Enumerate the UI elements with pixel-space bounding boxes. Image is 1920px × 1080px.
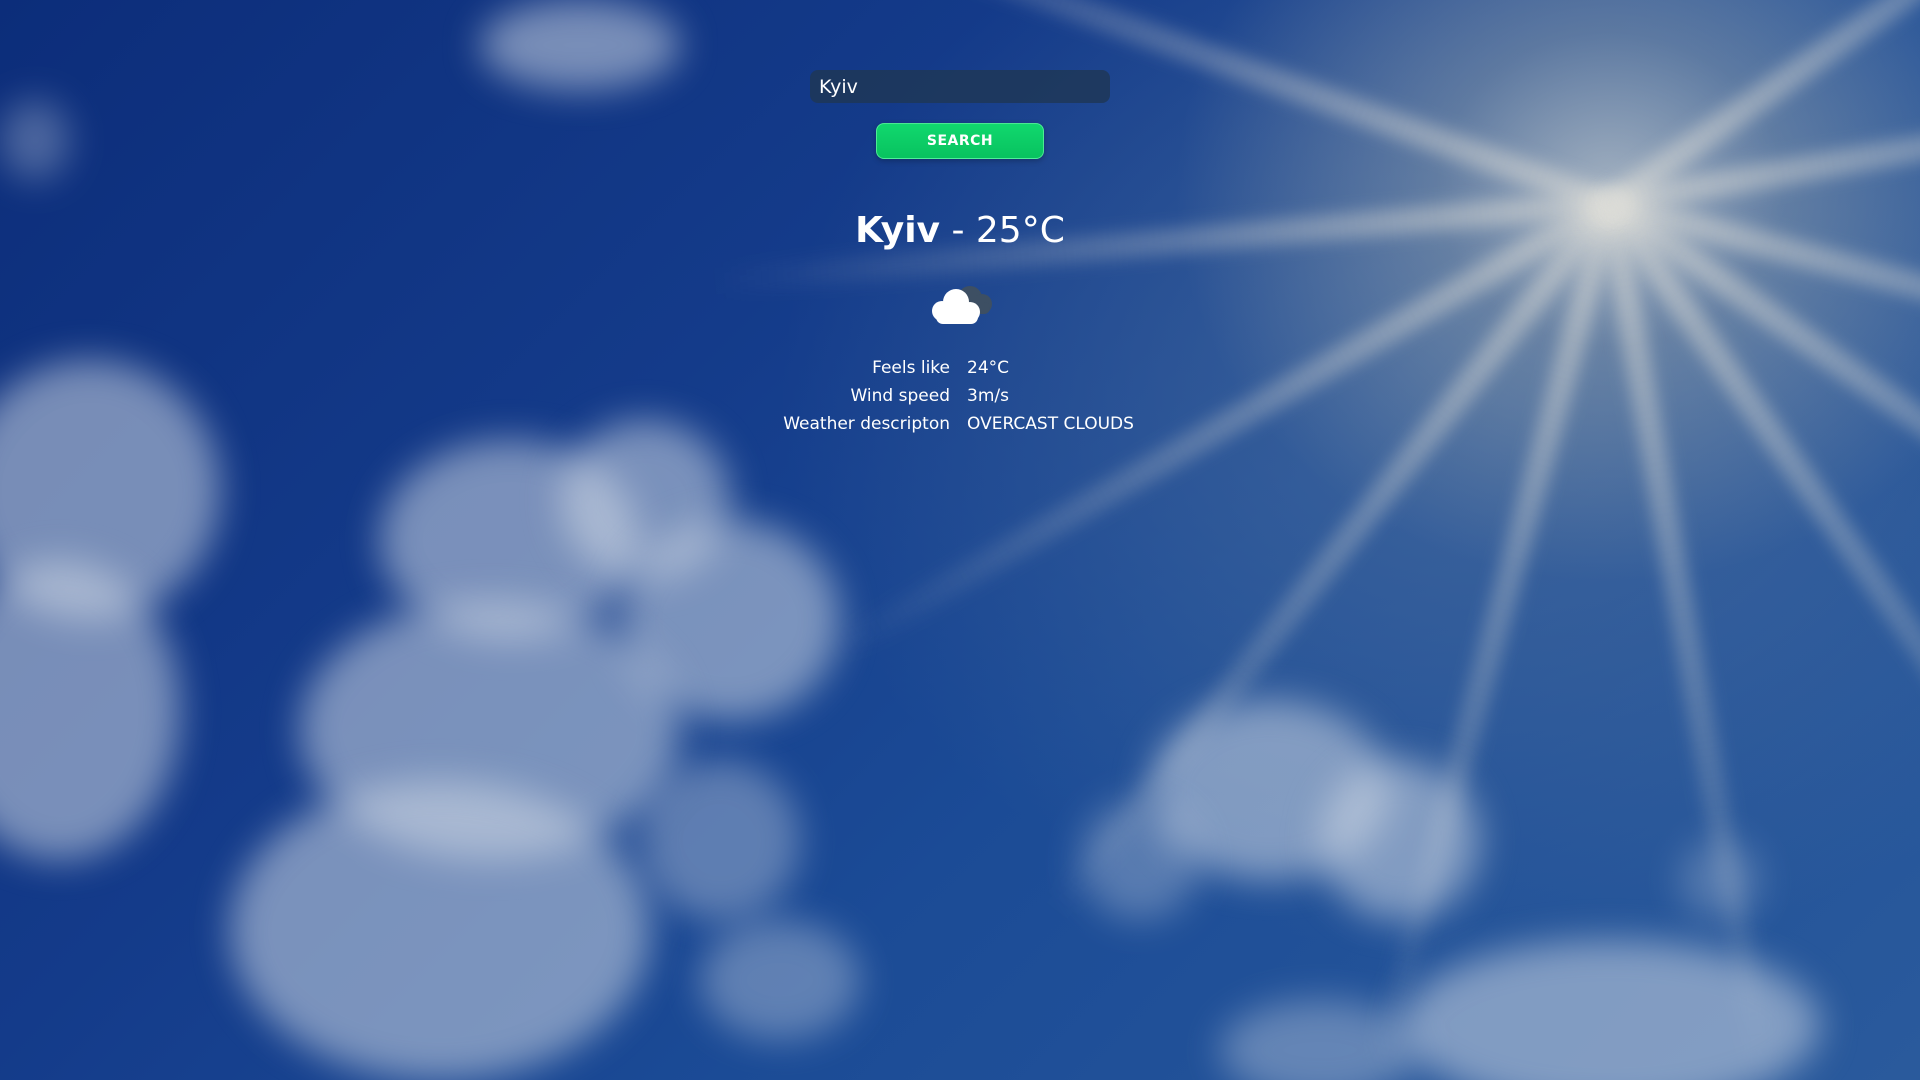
city-name: Kyiv: [855, 210, 941, 251]
weather-app: SEARCH Kyiv - 25°C Feels like 24°C Wind …: [0, 0, 1920, 1080]
weather-title: Kyiv - 25°C: [0, 205, 1920, 257]
feels-like-label: Feels like: [872, 358, 950, 378]
overcast-clouds-icon: [922, 278, 998, 330]
search-button[interactable]: SEARCH: [876, 123, 1044, 159]
weather-description-value: OVERCAST CLOUDS: [967, 414, 1134, 434]
current-temperature: 25°C: [975, 210, 1065, 251]
city-search-input[interactable]: [810, 70, 1110, 103]
detail-row-wind-speed: Wind speed 3m/s: [0, 384, 1920, 408]
title-separator: -: [940, 210, 976, 251]
detail-row-weather-description: Weather descripton OVERCAST CLOUDS: [0, 412, 1920, 436]
feels-like-value: 24°C: [967, 358, 1010, 378]
detail-row-feels-like: Feels like 24°C: [0, 356, 1920, 380]
wind-speed-value: 3m/s: [967, 386, 1009, 406]
wind-speed-label: Wind speed: [850, 386, 951, 406]
weather-description-label: Weather descripton: [783, 414, 950, 434]
